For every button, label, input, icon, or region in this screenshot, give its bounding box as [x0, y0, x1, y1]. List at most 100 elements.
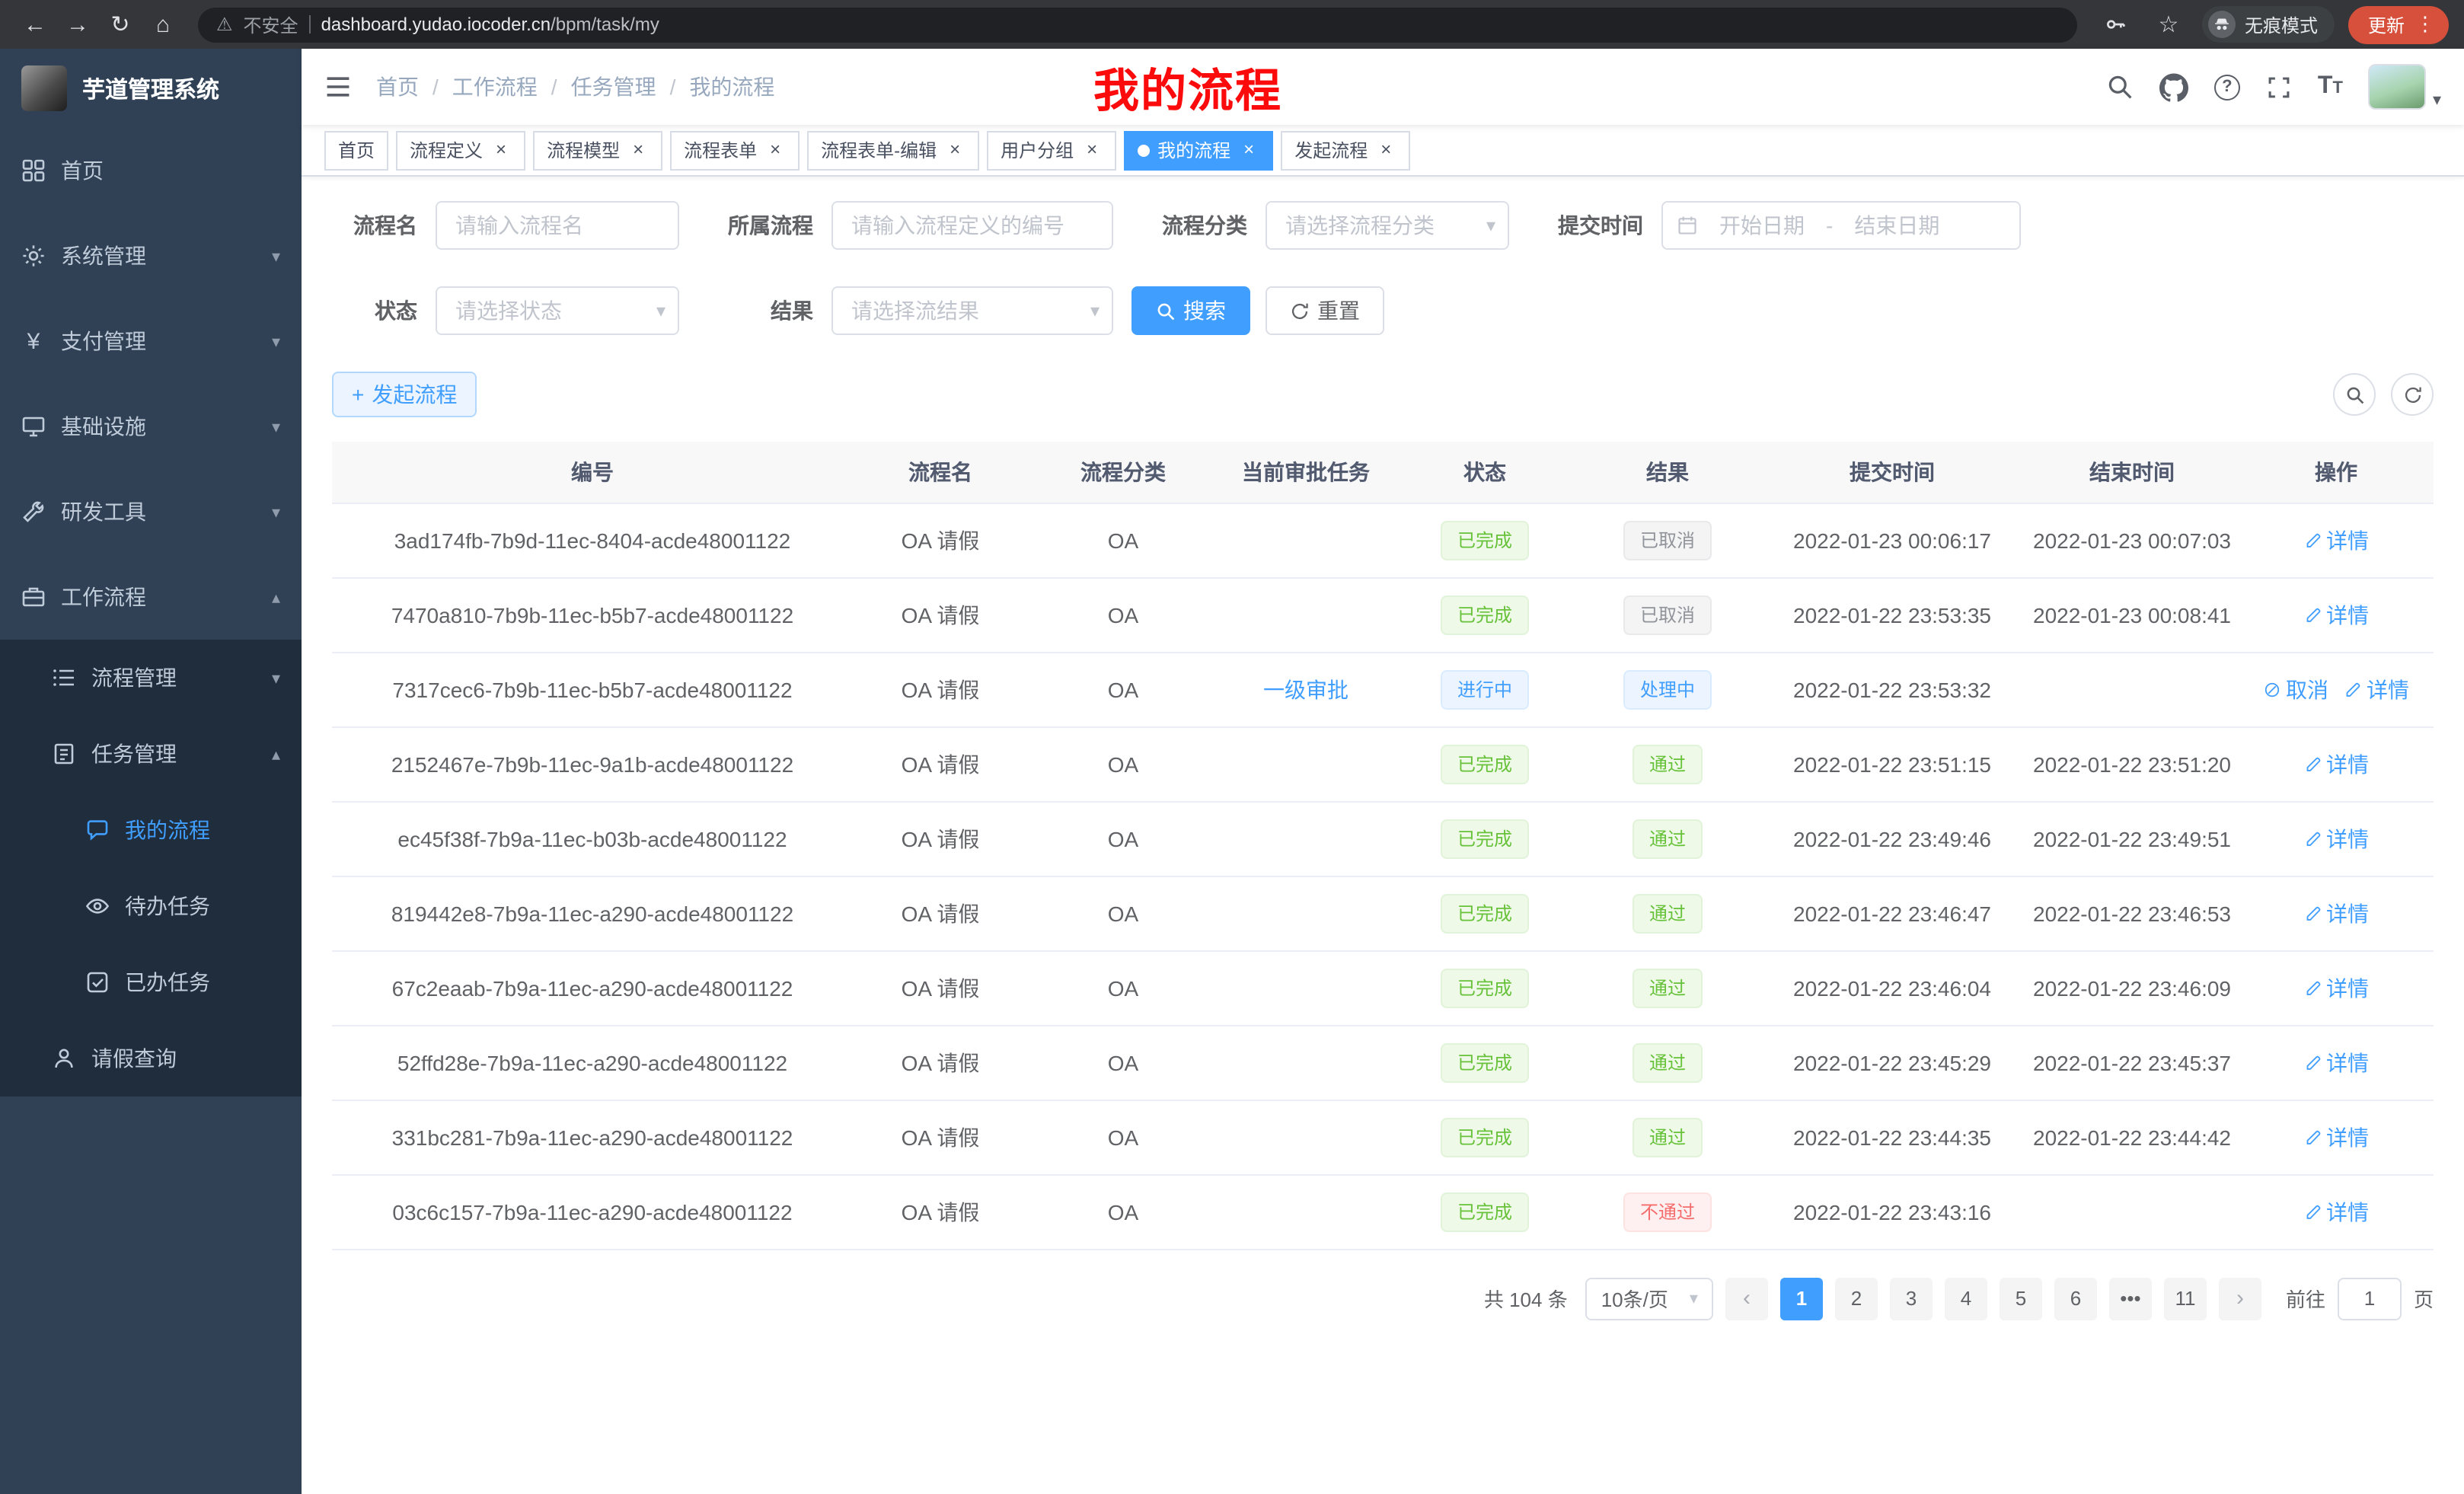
- close-icon[interactable]: ×: [490, 139, 512, 161]
- show-search-button[interactable]: [2333, 373, 2376, 416]
- detail-link[interactable]: 详情: [2303, 1196, 2369, 1227]
- status-select-input[interactable]: [436, 286, 679, 335]
- sidebar-item-dev-tools[interactable]: 研发工具 ▾: [0, 469, 302, 554]
- app-logo[interactable]: 芋道管理系统: [0, 49, 302, 128]
- sidebar-item-todo-tasks[interactable]: 待办任务: [0, 868, 302, 944]
- sidebar-item-payment[interactable]: ¥ 支付管理 ▾: [0, 298, 302, 384]
- tab-process-form[interactable]: 流程表单×: [670, 130, 800, 170]
- chevron-down-icon: ▾: [272, 417, 280, 436]
- close-icon[interactable]: ×: [1238, 139, 1259, 161]
- edit-icon: [2303, 531, 2322, 549]
- page-button-5[interactable]: 5: [2000, 1277, 2042, 1320]
- table-row: 819442e8-7b9a-11ec-a290-acde48001122 OA …: [332, 876, 2434, 950]
- next-page-button[interactable]: ›: [2219, 1277, 2261, 1320]
- close-icon[interactable]: ×: [627, 139, 649, 161]
- font-size-icon[interactable]: TT: [2318, 73, 2343, 101]
- sidebar-item-task-management[interactable]: 任务管理 ▴: [0, 716, 302, 792]
- sidebar-item-system[interactable]: 系统管理 ▾: [0, 213, 302, 298]
- process-name-input[interactable]: [436, 201, 679, 250]
- forward-icon[interactable]: →: [58, 5, 97, 44]
- user-menu[interactable]: ▾: [2369, 64, 2441, 110]
- tab-process-definition[interactable]: 流程定义×: [396, 130, 525, 170]
- address-bar[interactable]: ⚠ 不安全 dashboard.yudao.iocoder.cn/bpm/tas…: [198, 7, 2077, 42]
- detail-link[interactable]: 详情: [2303, 823, 2369, 854]
- page-button-1[interactable]: 1: [1780, 1277, 1823, 1320]
- close-icon[interactable]: ×: [764, 139, 786, 161]
- page-button-3[interactable]: 3: [1890, 1277, 1933, 1320]
- sidebar-item-process-management[interactable]: 流程管理 ▾: [0, 640, 302, 716]
- tab-start-process[interactable]: 发起流程×: [1281, 130, 1410, 170]
- github-icon[interactable]: [2159, 72, 2188, 101]
- refresh-table-button[interactable]: [2391, 373, 2434, 416]
- breadcrumb-item-home[interactable]: 首页: [376, 72, 419, 102]
- bookmark-star-icon[interactable]: ☆: [2149, 5, 2188, 44]
- date-range-picker[interactable]: -: [1661, 201, 2021, 250]
- detail-link[interactable]: 详情: [2303, 1047, 2369, 1077]
- browser-menu-icon[interactable]: ⋮: [2409, 12, 2441, 37]
- sidebar-item-home[interactable]: 首页: [0, 128, 302, 213]
- page-button-11[interactable]: 11: [2164, 1277, 2207, 1320]
- page-button-6[interactable]: 6: [2054, 1277, 2097, 1320]
- page-button-4[interactable]: 4: [1945, 1277, 1987, 1320]
- detail-link[interactable]: 详情: [2344, 674, 2409, 704]
- password-key-icon[interactable]: [2095, 5, 2135, 44]
- avatar[interactable]: [2369, 64, 2427, 110]
- page-size-select[interactable]: 10条/页 ▾: [1586, 1277, 1713, 1320]
- back-icon[interactable]: ←: [15, 5, 55, 44]
- cell-id: 7317cec6-7b9b-11ec-b5b7-acde48001122: [332, 652, 853, 726]
- reload-icon[interactable]: ↻: [101, 5, 140, 44]
- result-select-input[interactable]: [831, 286, 1113, 335]
- create-process-button[interactable]: + 发起流程: [332, 372, 477, 417]
- update-button[interactable]: 更新 ⋮: [2348, 5, 2449, 43]
- tab-my-process[interactable]: 我的流程×: [1124, 130, 1273, 170]
- detail-link[interactable]: 详情: [2303, 1122, 2369, 1152]
- detail-link[interactable]: 详情: [2303, 525, 2369, 555]
- sidebar-item-leave-query[interactable]: 请假查询: [0, 1020, 302, 1097]
- tab-user-group[interactable]: 用户分组×: [987, 130, 1116, 170]
- sidebar-item-infrastructure[interactable]: 基础设施 ▾: [0, 384, 302, 469]
- status-select[interactable]: ▾: [436, 286, 679, 335]
- more-pages-button[interactable]: •••: [2109, 1277, 2152, 1320]
- breadcrumb-item-workflow[interactable]: 工作流程: [452, 72, 538, 102]
- cell-status: 已完成: [1393, 503, 1576, 577]
- tab-process-model[interactable]: 流程模型×: [533, 130, 662, 170]
- end-date-input[interactable]: [1839, 213, 1955, 238]
- goto-page-input[interactable]: [2338, 1277, 2402, 1320]
- detail-link[interactable]: 详情: [2303, 749, 2369, 779]
- result-select[interactable]: ▾: [831, 286, 1113, 335]
- detail-link[interactable]: 详情: [2303, 972, 2369, 1003]
- help-icon[interactable]: ?: [2214, 74, 2240, 100]
- search-icon[interactable]: [2106, 73, 2134, 101]
- reset-button[interactable]: 重置: [1266, 286, 1384, 335]
- breadcrumb-item-task-management[interactable]: 任务管理: [571, 72, 656, 102]
- cancel-link[interactable]: 取消: [2263, 674, 2328, 704]
- edit-icon: [2303, 755, 2322, 773]
- detail-link[interactable]: 详情: [2303, 599, 2369, 630]
- current-task-link[interactable]: 一级审批: [1263, 674, 1348, 704]
- sidebar-item-workflow[interactable]: 工作流程 ▴: [0, 554, 302, 640]
- sidebar-item-my-process[interactable]: 我的流程: [0, 792, 302, 868]
- close-icon[interactable]: ×: [1081, 139, 1103, 161]
- tab-home[interactable]: 首页: [324, 130, 388, 170]
- tab-process-form-edit[interactable]: 流程表单-编辑×: [807, 130, 979, 170]
- column-header-status: 状态: [1393, 442, 1576, 503]
- category-select[interactable]: ▾: [1266, 201, 1509, 250]
- page-content: 流程名 所属流程 流程分类 ▾ 提: [302, 177, 2464, 1494]
- table-row: 67c2eaab-7b9a-11ec-a290-acde48001122 OA …: [332, 950, 2434, 1025]
- owner-process-input[interactable]: [831, 201, 1113, 250]
- category-select-input[interactable]: [1266, 201, 1509, 250]
- cell-id: ec45f38f-7b9a-11ec-b03b-acde48001122: [332, 801, 853, 876]
- sidebar-item-done-tasks[interactable]: 已办任务: [0, 944, 302, 1020]
- close-icon[interactable]: ×: [944, 139, 965, 161]
- page-button-2[interactable]: 2: [1835, 1277, 1878, 1320]
- cell-actions: 详情: [2239, 1025, 2434, 1100]
- sidebar-collapse-icon[interactable]: [324, 73, 352, 101]
- category-label: 流程分类: [1150, 210, 1247, 241]
- detail-link[interactable]: 详情: [2303, 898, 2369, 928]
- home-icon[interactable]: ⌂: [143, 5, 183, 44]
- close-icon[interactable]: ×: [1375, 139, 1396, 161]
- search-button[interactable]: 搜索: [1131, 286, 1250, 335]
- start-date-input[interactable]: [1704, 213, 1820, 238]
- prev-page-button[interactable]: ‹: [1725, 1277, 1768, 1320]
- fullscreen-icon[interactable]: [2266, 74, 2292, 100]
